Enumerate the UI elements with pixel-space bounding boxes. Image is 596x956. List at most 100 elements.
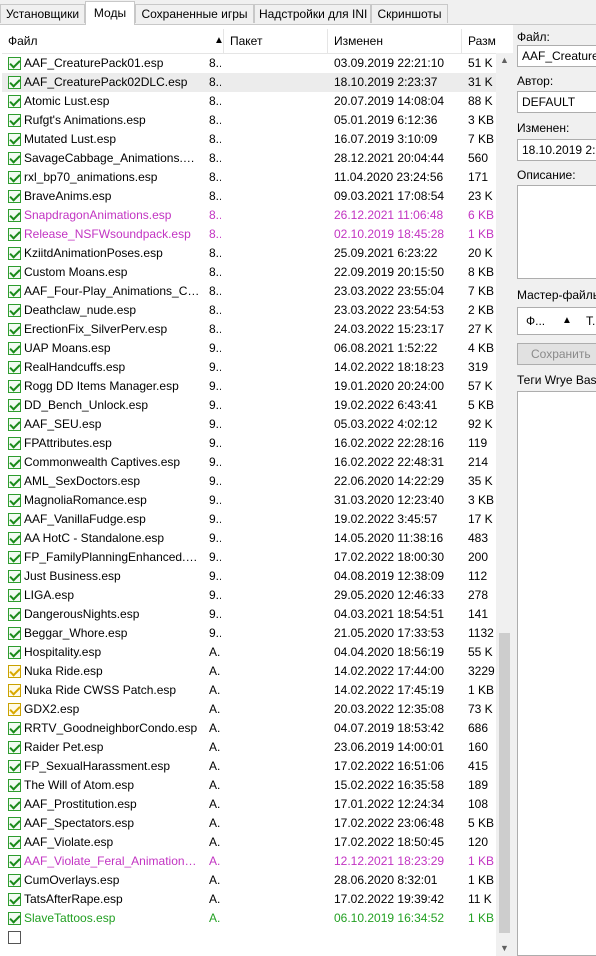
table-row[interactable]: GDX2.esp A.. 20.03.2022 12:35:08 73 K [2,700,496,719]
checkbox-icon[interactable] [8,190,21,203]
table-row[interactable]: Atomic Lust.esp 8.. 20.07.2019 14:08:04 88 … [2,92,496,111]
scroll-up-icon[interactable]: ▲ [496,53,513,68]
checkbox-icon[interactable] [8,266,21,279]
table-row[interactable]: TatsAfterRape.esp A.. 17.02.2022 19:39:42 1… [2,890,496,909]
checkbox-icon[interactable] [8,247,21,260]
checkbox-icon[interactable] [8,741,21,754]
checkbox-icon[interactable] [8,779,21,792]
checkbox-icon[interactable] [8,209,21,222]
table-row[interactable]: UAP Moans.esp 9.. 06.08.2021 1:52:22 4 KB [2,339,496,358]
table-row[interactable]: Rogg DD Items Manager.esp 9.. 19.01.2020 2… [2,377,496,396]
checkbox-icon[interactable] [8,95,21,108]
table-row[interactable]: Custom Moans.esp 8.. 22.09.2019 20:15:50 8 … [2,263,496,282]
scroll-down-icon[interactable]: ▼ [496,941,513,956]
file-field[interactable]: AAF_CreaturePack02DLC.esp [517,45,596,67]
table-row[interactable]: Deathclaw_nude.esp 8.. 23.03.2022 23:54:53… [2,301,496,320]
checkbox-icon[interactable] [8,646,21,659]
checkbox-icon[interactable] [8,893,21,906]
checkbox-icon[interactable] [8,703,21,716]
save-button[interactable]: Сохранить [517,343,596,365]
tab-saves[interactable]: Сохраненные игры [135,4,254,23]
tab-screenshots[interactable]: Скриншоты [371,4,448,23]
table-row[interactable]: Mutated Lust.esp 8.. 16.07.2019 3:10:09 7 K… [2,130,496,149]
table-row[interactable]: rxl_bp70_animations.esp 8.. 11.04.2020 23:… [2,168,496,187]
table-row[interactable]: AAF_SEU.esp 9.. 05.03.2022 4:02:12 92 K [2,415,496,434]
table-row[interactable]: Hospitality.esp A.. 04.04.2020 18:56:19 55 … [2,643,496,662]
checkbox-icon[interactable] [8,380,21,393]
checkbox-icon[interactable] [8,817,21,830]
table-row[interactable]: AAF_CreaturePack02DLC.esp 8.. 18.10.2019 2… [2,73,496,92]
checkbox-icon[interactable] [8,304,21,317]
tags-field[interactable] [517,391,596,956]
column-size[interactable]: Разм [462,29,511,53]
checkbox-icon[interactable] [8,874,21,887]
checkbox-icon[interactable] [8,760,21,773]
table-row[interactable]: Beggar_Whore.esp 9.. 21.05.2020 17:33:53 11… [2,624,496,643]
description-field[interactable] [517,185,596,279]
table-row[interactable]: RRTV_GoodneighborCondo.esp A.. 04.07.2019 … [2,719,496,738]
checkbox-icon[interactable] [8,627,21,640]
table-row[interactable]: AAF_Four-Play_Animations_Compatibility.e… [2,282,496,301]
checkbox-icon[interactable] [8,361,21,374]
table-row[interactable]: AA HotC - Standalone.esp 9.. 14.05.2020 11… [2,529,496,548]
table-row[interactable]: Rufgt's Animations.esp 8.. 05.01.2019 6:12… [2,111,496,130]
checkbox-icon[interactable] [8,399,21,412]
table-row[interactable]: DangerousNights.esp 9.. 04.03.2021 18:54:5… [2,605,496,624]
checkbox-icon[interactable] [8,475,21,488]
checkbox-icon[interactable] [8,228,21,241]
checkbox-icon[interactable] [8,133,21,146]
table-row[interactable]: FPAttributes.esp 9.. 16.02.2022 22:28:16 11… [2,434,496,453]
masters-column-type[interactable]: Т... [586,314,596,328]
checkbox-icon[interactable] [8,532,21,545]
checkbox-icon[interactable] [8,855,21,868]
table-row[interactable]: AAF_Violate_Feral_Animations.esp A.. 12.12… [2,852,496,871]
table-row[interactable]: SnapdragonAnimations.esp 8.. 26.12.2021 11… [2,206,496,225]
table-row[interactable]: Nuka Ride.esp A.. 14.02.2022 17:44:00 3229 [2,662,496,681]
vertical-scrollbar[interactable]: ▲ ▼ [496,53,513,956]
table-row[interactable]: DD_Bench_Unlock.esp 9.. 19.02.2022 6:43:41… [2,396,496,415]
checkbox-icon[interactable] [8,57,21,70]
checkbox-icon[interactable] [8,570,21,583]
author-field[interactable]: DEFAULT [517,91,596,113]
checkbox-icon[interactable] [8,342,21,355]
checkbox-icon[interactable] [8,684,21,697]
column-file[interactable]: Файл [2,29,224,53]
checkbox-icon[interactable] [8,152,21,165]
checkbox-icon[interactable] [8,589,21,602]
checkbox-icon[interactable] [8,608,21,621]
table-row[interactable]: Nuka Ride CWSS Patch.esp A.. 14.02.2022 17… [2,681,496,700]
table-row[interactable]: SavageCabbage_Animations.esp 8.. 28.12.202… [2,149,496,168]
checkbox-icon[interactable] [8,551,21,564]
checkbox-icon[interactable] [8,931,21,944]
column-package[interactable]: Пакет [224,29,328,53]
checkbox-icon[interactable] [8,722,21,735]
table-row[interactable]: AAF_Prostitution.esp A.. 17.01.2022 12:24:… [2,795,496,814]
masters-list-header[interactable]: Ф... ▲ Т... [517,307,596,335]
checkbox-icon[interactable] [8,437,21,450]
table-row[interactable]: Just Business.esp 9.. 04.08.2019 12:38:09 1… [2,567,496,586]
checkbox-icon[interactable] [8,323,21,336]
column-modified[interactable]: Изменен [328,29,462,53]
table-row[interactable]: RealHandcuffs.esp 9.. 14.02.2022 18:18:23 3… [2,358,496,377]
table-row[interactable]: KziitdAnimationPoses.esp 8.. 25.09.2021 6:… [2,244,496,263]
table-row[interactable]: AAF_Violate.esp A.. 17.02.2022 18:50:45 120 [2,833,496,852]
checkbox-icon[interactable] [8,418,21,431]
checkbox-icon[interactable] [8,76,21,89]
table-row[interactable]: SlaveTattoos.esp A.. 06.10.2019 16:34:52 1 … [2,909,496,928]
table-row[interactable]: AAF_VanillaFudge.esp 9.. 19.02.2022 3:45:5… [2,510,496,529]
table-row[interactable]: AML_SexDoctors.esp 9.. 22.06.2020 14:22:29… [2,472,496,491]
tab-ini-tweaks[interactable]: Надстройки для INI [254,4,371,23]
checkbox-icon[interactable] [8,114,21,127]
table-row[interactable]: ErectionFix_SilverPerv.esp 8.. 24.03.2022 … [2,320,496,339]
table-row[interactable]: BraveAnims.esp 8.. 09.03.2021 17:08:54 23 K [2,187,496,206]
checkbox-icon[interactable] [8,171,21,184]
table-row[interactable]: FP_FamilyPlanningEnhanced.esp 9.. 17.02.20… [2,548,496,567]
table-row[interactable]: The Will of Atom.esp A.. 15.02.2022 16:35:… [2,776,496,795]
table-row[interactable]: AAF_Spectators.esp A.. 17.02.2022 23:06:48… [2,814,496,833]
checkbox-icon[interactable] [8,912,21,925]
table-row[interactable]: FP_SexualHarassment.esp A.. 17.02.2022 16:… [2,757,496,776]
modified-field[interactable]: 18.10.2019 2:23:37 [517,139,596,161]
checkbox-icon[interactable] [8,513,21,526]
checkbox-icon[interactable] [8,456,21,469]
tab-installers[interactable]: Установщики [0,4,85,23]
